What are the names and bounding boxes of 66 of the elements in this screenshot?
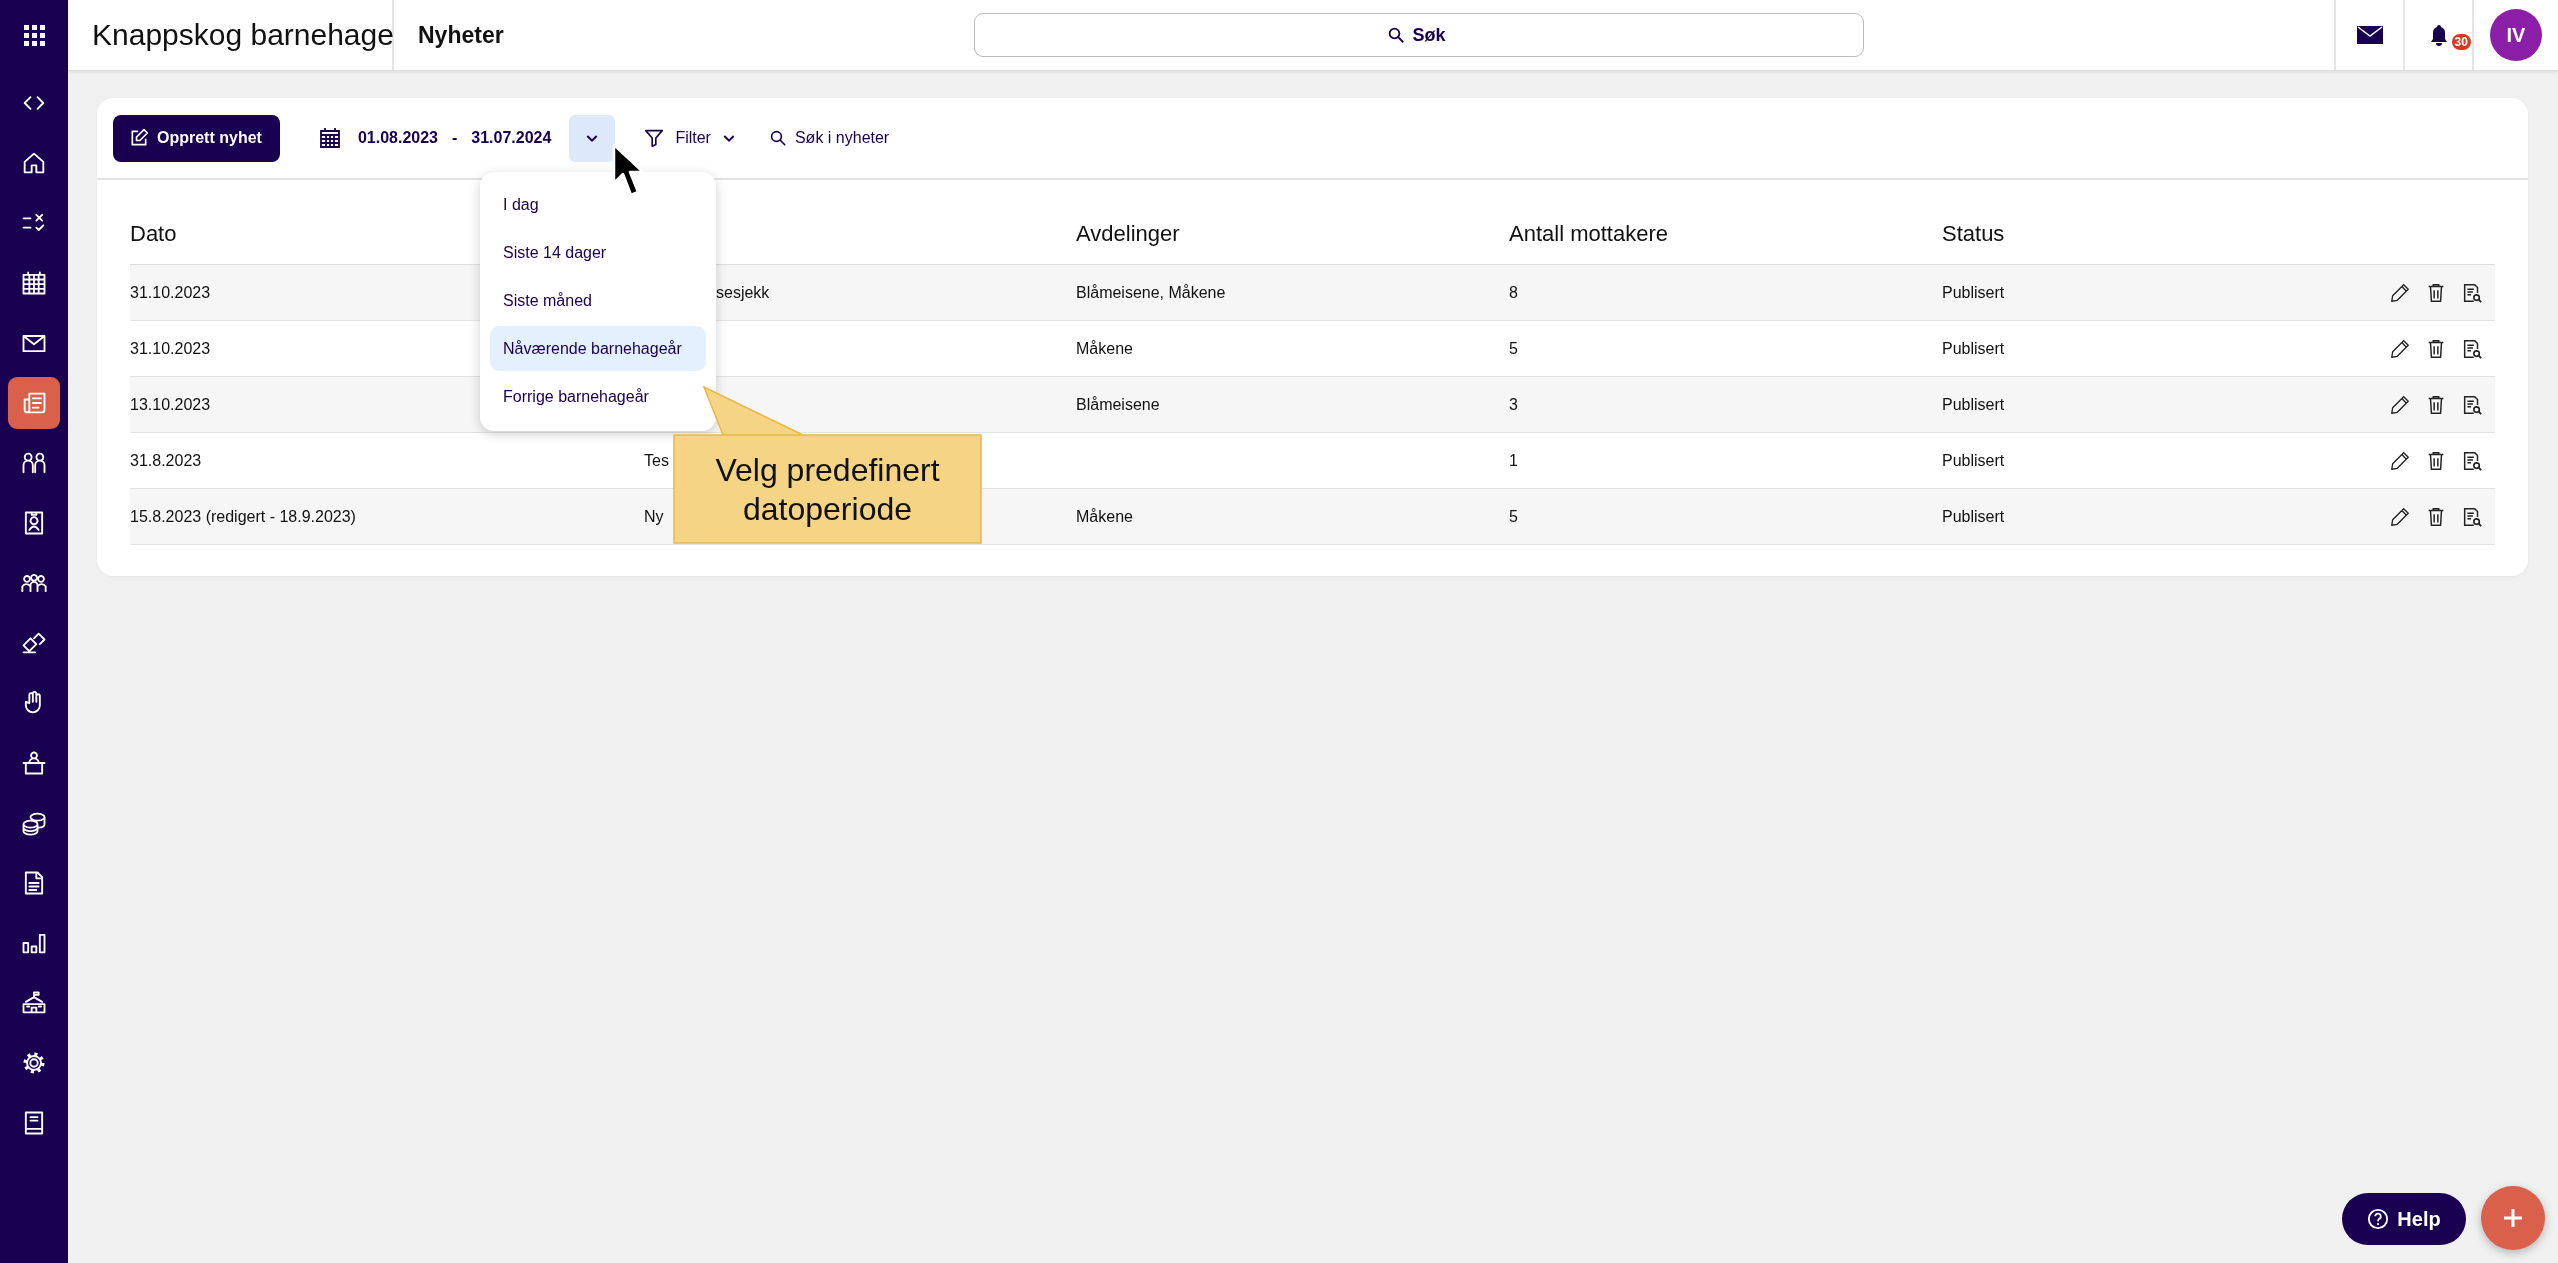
filter-button[interactable]: Filter xyxy=(643,127,737,149)
pencil-icon[interactable] xyxy=(2389,281,2411,304)
table-cell: Måkene xyxy=(1076,339,1133,358)
search-news-link[interactable]: Søk i nyheter xyxy=(768,129,890,147)
table-cell: Publisert xyxy=(1942,395,2005,414)
table-cell: 3 xyxy=(1509,395,1518,414)
notification-badge: 30 xyxy=(2451,34,2471,50)
search-icon xyxy=(768,129,787,147)
table-cell: 5 xyxy=(1509,507,1518,526)
question-icon xyxy=(2367,1208,2390,1230)
table-cell: 31.10.2023 xyxy=(130,339,211,358)
table-cell: Ny xyxy=(644,507,664,526)
menu-item[interactable]: I dag xyxy=(490,182,706,227)
column-header: Status xyxy=(1942,220,2005,247)
column-header: Dato xyxy=(130,220,177,247)
table-cell: 8 xyxy=(1509,283,1518,302)
date-separator: - xyxy=(451,129,458,147)
document-search-icon[interactable] xyxy=(2461,505,2483,528)
calendar-icon xyxy=(20,269,48,297)
table-cell: 31.10.2023 xyxy=(130,283,211,302)
plus-icon xyxy=(2501,1206,2525,1230)
sidebar-item[interactable] xyxy=(8,377,60,429)
pencil-icon[interactable] xyxy=(2389,505,2411,528)
table-cell: sesjekk xyxy=(716,283,770,302)
table-cell: Publisert xyxy=(1942,507,2005,526)
apps-grid-icon[interactable] xyxy=(22,23,46,47)
table-cell: Blåmeisene xyxy=(1076,395,1160,414)
document-search-icon[interactable] xyxy=(2461,337,2483,360)
column-header: Antall mottakere xyxy=(1509,220,1668,247)
table-cell: 1 xyxy=(1509,451,1518,470)
mail-icon[interactable] xyxy=(2356,26,2383,44)
start-date[interactable]: 01.08.2023 xyxy=(357,129,438,147)
table-cell: 15.8.2023 (redigert - 18.9.2023) xyxy=(130,507,356,526)
help-button[interactable]: Help xyxy=(2342,1193,2466,1245)
document-search-icon[interactable] xyxy=(2461,393,2483,416)
page-title: Nyheter xyxy=(417,20,505,50)
end-date[interactable]: 31.07.2024 xyxy=(471,129,552,147)
column-header: Avdelinger xyxy=(1076,220,1180,247)
table-cell: Tes xyxy=(644,451,669,470)
table-cell: Måkene xyxy=(1076,507,1133,526)
menu-item[interactable]: Siste måned xyxy=(490,278,706,323)
app-title: Knappskog barnehage xyxy=(68,0,394,70)
callout: Velg predefinert datoperiode xyxy=(673,386,982,544)
desk-icon xyxy=(20,749,48,777)
table-cell: 13.10.2023 xyxy=(130,395,211,414)
document-search-icon[interactable] xyxy=(2461,449,2483,472)
calendar-icon[interactable] xyxy=(317,126,342,150)
table-cell: 5 xyxy=(1509,339,1518,358)
table-cell: Publisert xyxy=(1942,451,2005,470)
create-news-button[interactable]: Opprett nyhet xyxy=(113,114,280,162)
document-search-icon[interactable] xyxy=(2461,281,2483,304)
table-cell: Publisert xyxy=(1942,339,2005,358)
edit-icon xyxy=(129,128,149,148)
pencil-icon[interactable] xyxy=(2389,393,2411,416)
add-button[interactable] xyxy=(2481,1186,2545,1250)
pencil-icon[interactable] xyxy=(2389,337,2411,360)
user-avatar[interactable]: IV xyxy=(2490,9,2542,61)
table-cell: Publisert xyxy=(1942,283,2005,302)
table-cell: 31.8.2023 xyxy=(130,451,202,470)
menu-item[interactable]: Siste 14 dager xyxy=(490,230,706,275)
menu-item[interactable]: Nåværende barnehageår xyxy=(490,326,706,371)
search-icon xyxy=(1387,26,1405,44)
table-cell: Blåmeisene, Måkene xyxy=(1076,283,1226,302)
filter-icon xyxy=(643,127,666,149)
pencil-icon[interactable] xyxy=(2389,449,2411,472)
search-field[interactable]: Søk xyxy=(974,13,1864,57)
